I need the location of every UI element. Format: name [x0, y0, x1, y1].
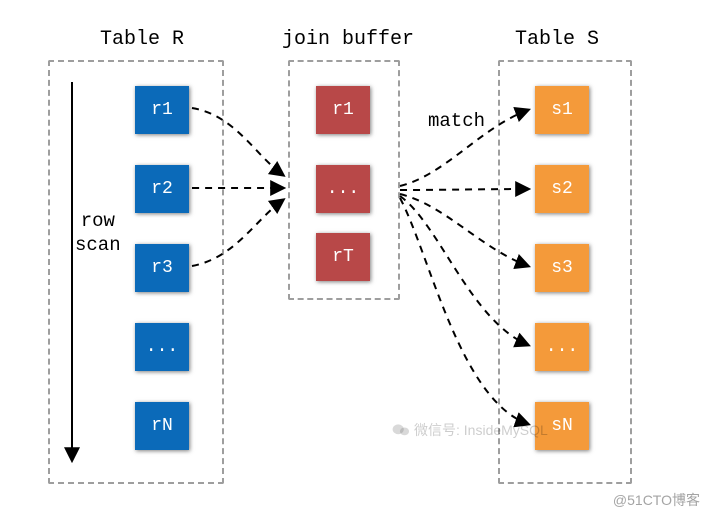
diagram-stage: Table R join buffer Table S r1 r2 r3 ...…: [0, 0, 710, 516]
blog-watermark: @51CTO博客: [613, 490, 700, 510]
block-label: ...: [327, 179, 359, 199]
block-label: s1: [551, 100, 573, 120]
wechat-icon: [392, 423, 410, 437]
table-s-title: Table S: [515, 28, 599, 51]
block-label: r2: [151, 179, 173, 199]
match-label: match: [428, 110, 485, 132]
block-label: r3: [151, 258, 173, 278]
table-r-block: r2: [135, 165, 189, 213]
block-label: r1: [151, 100, 173, 120]
table-r-block: rN: [135, 402, 189, 450]
wechat-watermark-text: 微信号: InsideMySQL: [414, 420, 548, 440]
block-label: r1: [332, 100, 354, 120]
table-r-title: Table R: [100, 28, 184, 51]
block-label: sN: [551, 416, 573, 436]
row-scan-label: row scan: [75, 210, 121, 258]
wechat-watermark: 微信号: InsideMySQL: [392, 420, 548, 440]
block-label: ...: [146, 337, 178, 357]
table-s-block: ...: [535, 323, 589, 371]
join-buffer-title: join buffer: [282, 28, 414, 51]
block-label: ...: [546, 337, 578, 357]
join-buffer-block: rT: [316, 233, 370, 281]
table-s-block: s3: [535, 244, 589, 292]
table-r-block: ...: [135, 323, 189, 371]
join-buffer-block: ...: [316, 165, 370, 213]
block-label: rN: [151, 416, 173, 436]
block-label: s3: [551, 258, 573, 278]
table-r-block: r3: [135, 244, 189, 292]
table-r-block: r1: [135, 86, 189, 134]
table-s-block: s1: [535, 86, 589, 134]
block-label: rT: [332, 247, 354, 267]
block-label: s2: [551, 179, 573, 199]
join-buffer-block: r1: [316, 86, 370, 134]
table-s-block: s2: [535, 165, 589, 213]
